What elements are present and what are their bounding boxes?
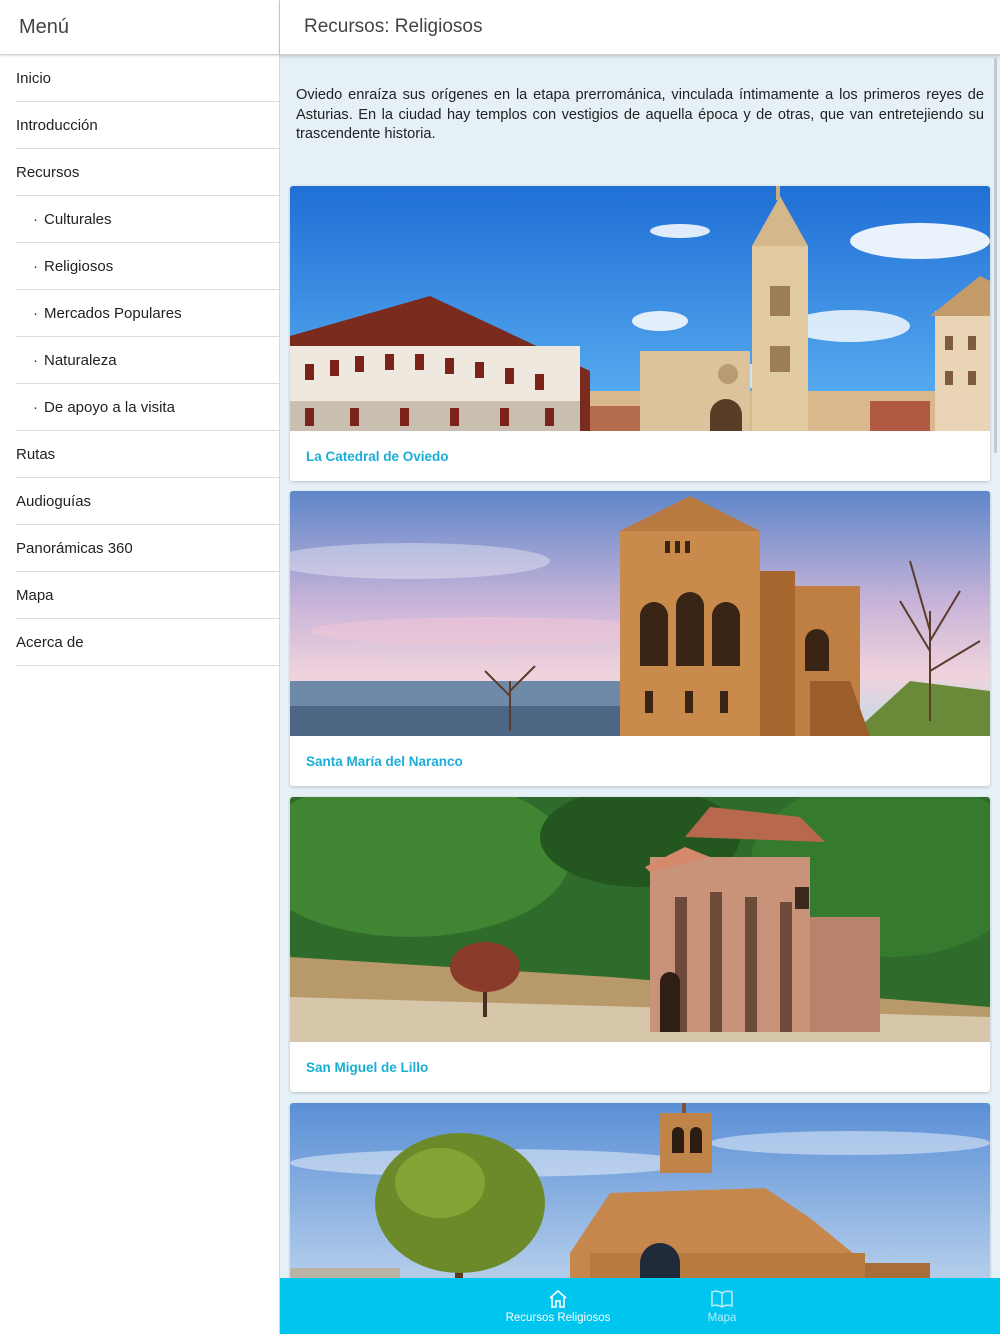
tab-recursos-religiosos[interactable]: Recursos Religiosos [476, 1278, 640, 1334]
menu-item-label: Naturaleza [44, 351, 117, 369]
card-title: San Miguel de Lillo [306, 1059, 429, 1075]
menu-item-apoyo[interactable]: · De apoyo a la visita [16, 384, 279, 431]
menu-item-culturales[interactable]: · Culturales [16, 196, 279, 243]
map-book-icon [710, 1288, 734, 1310]
menu-item-label: Acerca de [16, 633, 84, 651]
intro-text: Oviedo enraíza sus orígenes en la etapa … [296, 87, 984, 142]
menu-item-label: Religiosos [44, 257, 114, 275]
menu-item-label: Mapa [16, 586, 54, 604]
menu-list: Inicio Introducción Recursos · Culturales… [0, 55, 279, 666]
resource-card-church[interactable] [290, 1103, 990, 1278]
menu-item-acerca[interactable]: Acerca de [16, 619, 279, 666]
tab-label: Mapa [707, 1312, 737, 1324]
cathedral-photo [290, 186, 990, 431]
menu-item-introduccion[interactable]: Introducción [16, 102, 279, 149]
lillo-photo [290, 797, 990, 1042]
main-panel: Recursos: Religiosos Oviedo enraíza sus … [280, 0, 1000, 1334]
menu-title: Menú [0, 0, 279, 55]
page-header: Recursos: Religiosos [280, 0, 1000, 55]
home-icon [547, 1288, 569, 1310]
bullet: · [33, 351, 38, 369]
menu-item-rutas[interactable]: Rutas [16, 431, 279, 478]
side-menu: Menú Inicio Introducción Recursos · Cultu… [0, 0, 280, 1334]
menu-item-audioguias[interactable]: Audioguías [16, 478, 279, 525]
scrollbar[interactable] [994, 58, 997, 453]
bullet: · [33, 398, 38, 416]
menu-item-inicio[interactable]: Inicio [16, 55, 279, 102]
card-title: Santa María del Naranco [306, 753, 463, 769]
content-scroll[interactable]: Oviedo enraíza sus orígenes en la etapa … [280, 56, 1000, 1278]
tab-mapa[interactable]: Mapa [640, 1278, 804, 1334]
menu-item-label: Introducción [16, 116, 98, 134]
bullet: · [33, 304, 38, 322]
bullet: · [33, 210, 38, 228]
menu-item-label: Panorámicas 360 [16, 539, 133, 557]
resource-card-catedral[interactable]: La Catedral de Oviedo [290, 186, 990, 481]
resource-card-naranco[interactable]: Santa María del Naranco [290, 491, 990, 786]
menu-item-label: Audioguías [16, 492, 92, 510]
menu-item-mapa[interactable]: Mapa [16, 572, 279, 619]
menu-item-recursos[interactable]: Recursos [16, 149, 279, 196]
bottom-tab-bar: Recursos Religiosos Mapa [280, 1278, 1000, 1334]
resource-card-lillo[interactable]: San Miguel de Lillo [290, 797, 990, 1092]
bullet: · [33, 257, 38, 275]
menu-item-panoramicas[interactable]: Panorámicas 360 [16, 525, 279, 572]
page-title: Recursos: Religiosos [304, 16, 483, 37]
card-title: La Catedral de Oviedo [306, 448, 449, 464]
menu-item-mercados[interactable]: · Mercados Populares [16, 290, 279, 337]
menu-item-label: Mercados Populares [44, 304, 182, 322]
tab-label: Recursos Religiosos [505, 1312, 611, 1324]
church-photo [290, 1103, 990, 1278]
menu-item-label: De apoyo a la visita [44, 398, 175, 416]
menu-item-label: Culturales [44, 210, 112, 228]
naranco-photo [290, 491, 990, 736]
menu-item-naturaleza[interactable]: · Naturaleza [16, 337, 279, 384]
menu-item-label: Rutas [16, 445, 56, 463]
menu-item-label: Recursos [16, 163, 80, 181]
menu-item-religiosos[interactable]: · Religiosos [16, 243, 279, 290]
menu-item-label: Inicio [16, 69, 52, 87]
